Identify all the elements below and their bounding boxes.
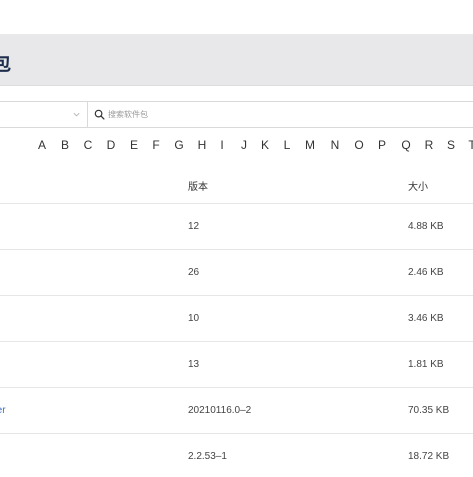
- alpha-letter-n[interactable]: N: [329, 138, 341, 152]
- package-name-link[interactable]: eeder: [0, 405, 170, 416]
- alpha-letter-s[interactable]: S: [445, 138, 457, 152]
- package-version: 26: [188, 267, 200, 278]
- alpha-letter-r[interactable]: R: [423, 138, 435, 152]
- page-title: 包: [0, 53, 12, 75]
- table-row: 26 2.46 KB: [0, 250, 473, 296]
- column-header-version[interactable]: 版本: [188, 178, 208, 193]
- search-icon: [94, 109, 105, 120]
- alpha-letter-p[interactable]: P: [376, 138, 388, 152]
- table-row: 13 1.81 KB: [0, 342, 473, 388]
- search-input[interactable]: [108, 102, 468, 127]
- table-row: eeder 20210116.0–2 70.35 KB: [0, 388, 473, 434]
- package-size: 3.46 KB: [408, 313, 444, 324]
- package-version: 2.2.53–1: [188, 451, 227, 462]
- alpha-letter-h[interactable]: H: [196, 138, 208, 152]
- table-row: 2.2.53–1 18.72 KB: [0, 434, 473, 477]
- alpha-letter-g[interactable]: G: [173, 138, 185, 152]
- alpha-letter-t[interactable]: T: [466, 138, 473, 152]
- package-version: 10: [188, 313, 200, 324]
- chevron-down-icon: [73, 112, 80, 117]
- alpha-letter-q[interactable]: Q: [400, 138, 412, 152]
- alpha-letter-a[interactable]: A: [36, 138, 48, 152]
- search-box[interactable]: [87, 101, 473, 128]
- package-name-link[interactable]: t: [0, 221, 170, 232]
- alphabet-index: A B C D E F G H I J K L M N O P Q R S T: [0, 138, 473, 154]
- package-size: 70.35 KB: [408, 405, 450, 416]
- header-bar: 包: [0, 34, 473, 86]
- table-header: 版本 大小: [0, 160, 473, 204]
- alpha-letter-i[interactable]: I: [216, 138, 228, 152]
- alpha-letter-d[interactable]: D: [105, 138, 117, 152]
- alpha-letter-b[interactable]: B: [59, 138, 71, 152]
- alpha-letter-o[interactable]: O: [353, 138, 365, 152]
- column-header-size[interactable]: 大小: [408, 178, 428, 193]
- package-version: 13: [188, 359, 200, 370]
- alpha-letter-j[interactable]: J: [238, 138, 250, 152]
- alpha-letter-k[interactable]: K: [259, 138, 271, 152]
- package-size: 1.81 KB: [408, 359, 444, 370]
- category-select[interactable]: [0, 101, 87, 128]
- alpha-letter-e[interactable]: E: [128, 138, 140, 152]
- package-size: 4.88 KB: [408, 221, 444, 232]
- top-strip: [0, 0, 473, 34]
- alpha-letter-m[interactable]: M: [304, 138, 316, 152]
- table-row: t 12 4.88 KB: [0, 204, 473, 250]
- alpha-letter-c[interactable]: C: [82, 138, 94, 152]
- table-row: 10 3.46 KB: [0, 296, 473, 342]
- package-version: 12: [188, 221, 200, 232]
- package-version: 20210116.0–2: [188, 405, 252, 416]
- alpha-letter-l[interactable]: L: [281, 138, 293, 152]
- package-size: 2.46 KB: [408, 267, 444, 278]
- package-size: 18.72 KB: [408, 451, 450, 462]
- filter-row: [0, 99, 473, 129]
- alpha-letter-f[interactable]: F: [150, 138, 162, 152]
